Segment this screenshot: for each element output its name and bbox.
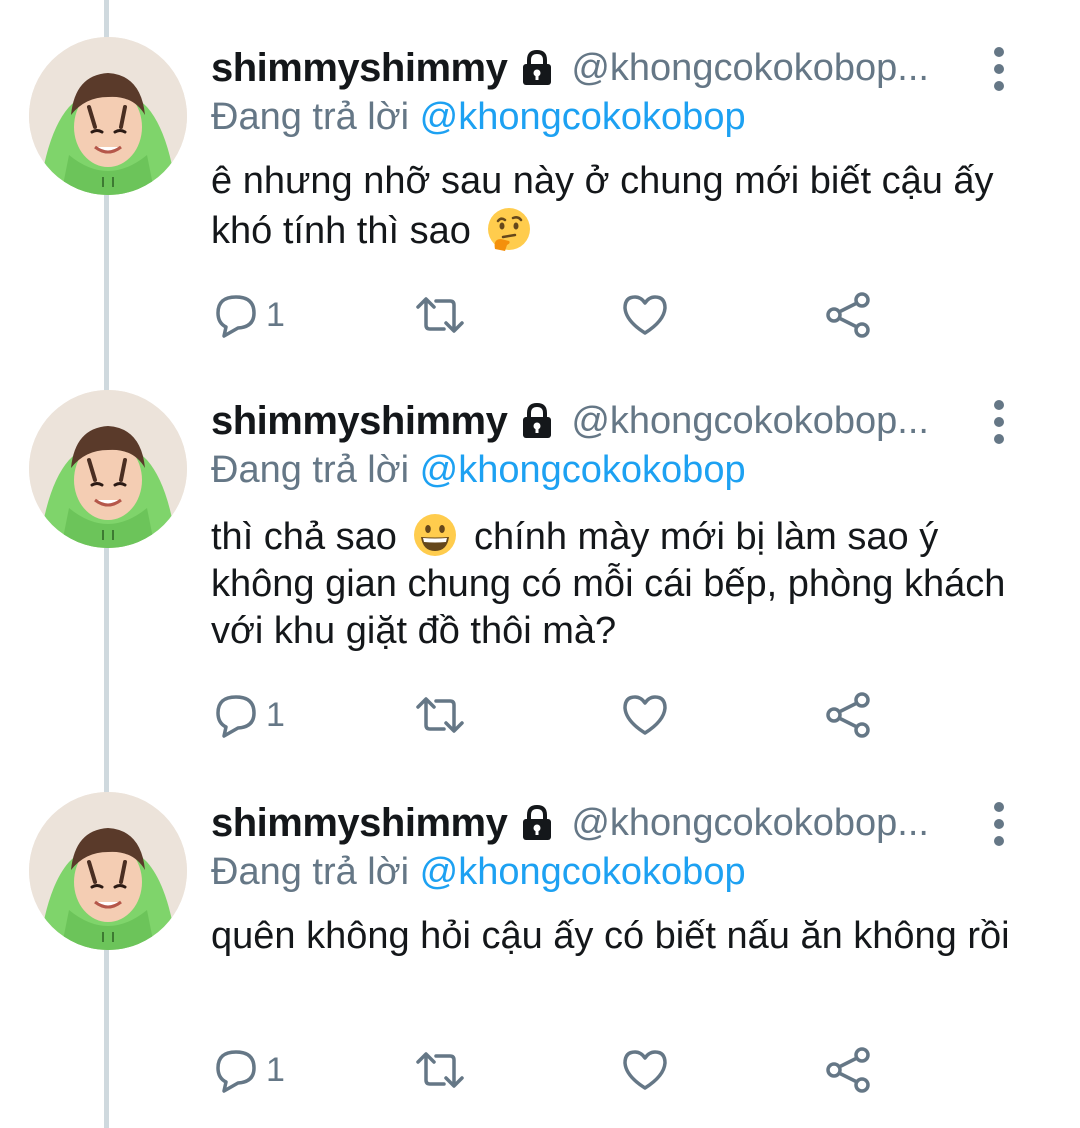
retweet-button[interactable] (412, 685, 468, 745)
reply-button[interactable]: 1 (212, 685, 285, 745)
reply-button[interactable]: 1 (212, 1040, 285, 1100)
share-button[interactable] (824, 1040, 874, 1100)
tweet-text-part: thì chả sao (211, 516, 397, 558)
user-handle[interactable]: @khongcokokobop... (571, 400, 929, 443)
retweet-icon (416, 697, 464, 733)
reply-count: 1 (266, 695, 285, 734)
grinning-face-icon (411, 511, 459, 559)
tweet-actions: 1 (212, 285, 892, 345)
reply-icon (216, 695, 256, 738)
lock-icon (517, 48, 557, 88)
like-button[interactable] (620, 1040, 670, 1100)
mention-link[interactable]: @khongcokokobop (420, 851, 746, 893)
retweet-button[interactable] (412, 1040, 468, 1100)
retweet-icon (416, 297, 464, 333)
replying-to: Đang trả lời @khongcokokobop (211, 851, 746, 894)
mention-link[interactable]: @khongcokokobop (420, 96, 746, 138)
reply-button[interactable]: 1 (212, 285, 285, 345)
reply-count: 1 (266, 295, 285, 334)
lock-icon (517, 401, 557, 441)
replying-to-label: Đang trả lời (211, 851, 410, 893)
replying-to: Đang trả lời @khongcokokobop (211, 96, 746, 139)
reply-icon (216, 1050, 256, 1093)
thinking-face-icon (485, 205, 533, 253)
display-name[interactable]: shimmyshimmy (211, 399, 508, 444)
display-name[interactable]: shimmyshimmy (211, 46, 508, 91)
share-button[interactable] (824, 685, 874, 745)
mention-link[interactable]: @khongcokokobop (420, 449, 746, 491)
tweet-header: shimmyshimmy @khongcokokobop... (211, 797, 971, 849)
reply-count: 1 (266, 1050, 285, 1089)
retweet-icon (416, 1052, 464, 1088)
more-vertical-icon[interactable] (984, 799, 1014, 849)
avatar[interactable] (29, 390, 187, 548)
tweet-header: shimmyshimmy @khongcokokobop... (211, 395, 971, 447)
user-handle[interactable]: @khongcokokobop... (571, 47, 929, 90)
reply-icon (216, 295, 256, 338)
heart-icon (623, 695, 667, 735)
replying-to-label: Đang trả lời (211, 96, 410, 138)
lock-icon (517, 803, 557, 843)
user-handle[interactable]: @khongcokokobop... (571, 802, 929, 845)
like-button[interactable] (620, 285, 670, 345)
more-vertical-icon[interactable] (984, 44, 1014, 94)
tweet-actions: 1 (212, 1040, 892, 1100)
tweet-text: thì chả sao chính mày mới bị làm sao ý k… (211, 511, 1021, 655)
like-button[interactable] (620, 685, 670, 745)
share-icon (826, 1047, 870, 1093)
display-name[interactable]: shimmyshimmy (211, 801, 508, 846)
avatar[interactable] (29, 37, 187, 195)
share-icon (826, 292, 870, 338)
replying-to-label: Đang trả lời (211, 449, 410, 491)
heart-icon (623, 1050, 667, 1090)
retweet-button[interactable] (412, 285, 468, 345)
tweet-text: ê nhưng nhỡ sau này ở chung mới biết cậu… (211, 158, 1021, 255)
tweet-text-part: ê nhưng nhỡ sau này ở chung mới biết cậu… (211, 160, 994, 252)
tweet-actions: 1 (212, 685, 892, 745)
share-button[interactable] (824, 285, 874, 345)
replying-to: Đang trả lời @khongcokokobop (211, 449, 746, 492)
avatar[interactable] (29, 792, 187, 950)
more-vertical-icon[interactable] (984, 397, 1014, 447)
tweet-text: quên không hỏi cậu ấy có biết nấu ăn khô… (211, 913, 1021, 960)
share-icon (826, 692, 870, 738)
tweet-header: shimmyshimmy @khongcokokobop... (211, 42, 971, 94)
heart-icon (623, 295, 667, 335)
tweet-text-part: quên không hỏi cậu ấy có biết nấu ăn khô… (211, 915, 1010, 957)
